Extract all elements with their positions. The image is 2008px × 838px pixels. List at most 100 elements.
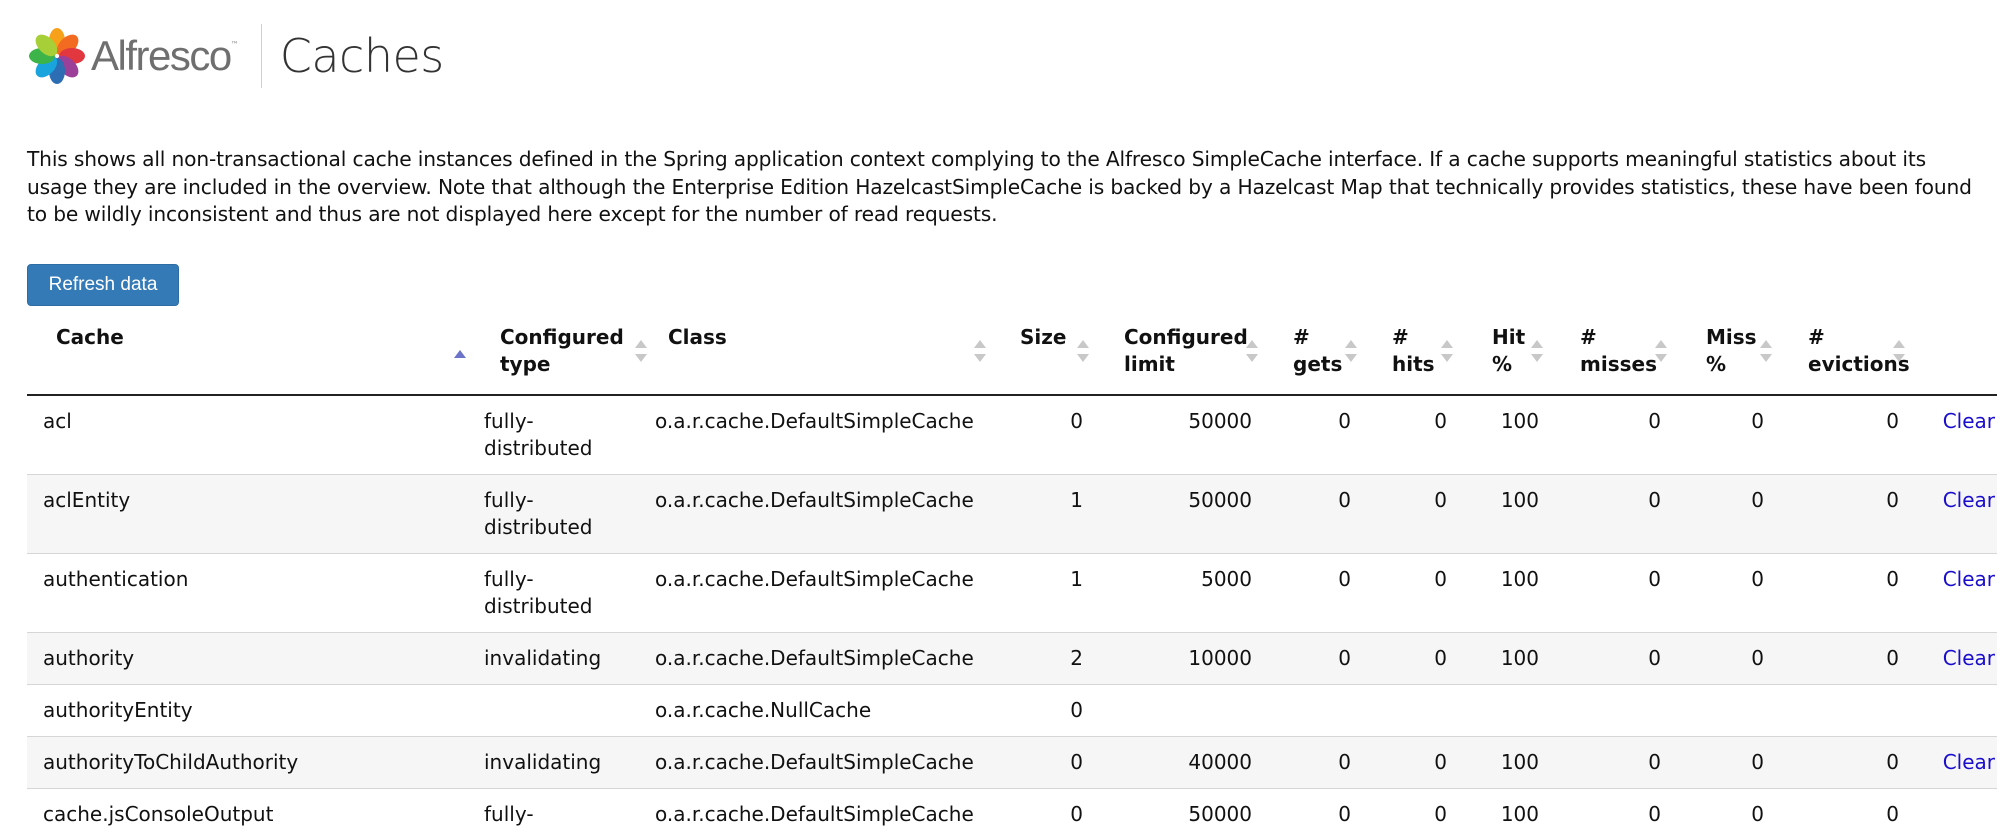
cache-size: 2: [1000, 632, 1097, 685]
column-header-label: Size: [1020, 325, 1067, 349]
cache-class: o.a.r.cache.DefaultSimpleCache: [653, 736, 1000, 789]
column-header-label: Class: [668, 325, 727, 349]
sort-unsorted-icon: [1655, 340, 1667, 362]
miss-percent: 0: [1675, 736, 1778, 789]
column-header-configured-type[interactable]: Configured type: [484, 314, 653, 396]
miss-percent: [1675, 684, 1778, 737]
evictions-count: 0: [1778, 788, 1913, 838]
row-actions: [1913, 788, 1997, 838]
table-header-row: Cache Configured type Class Size Configu…: [27, 314, 1997, 396]
clear-cache-link[interactable]: Clear: [1943, 646, 1995, 670]
cache-size: 0: [1000, 788, 1097, 838]
gets-count: 0: [1266, 736, 1365, 789]
page-description: This shows all non-transactional cache i…: [27, 147, 1972, 227]
configured-limit: [1097, 684, 1266, 737]
column-header-label: # gets: [1293, 325, 1343, 376]
column-header-evictions[interactable]: # evictions: [1778, 314, 1913, 396]
configured-type: invalidating: [484, 736, 653, 789]
miss-percent: 0: [1675, 395, 1778, 475]
column-header-miss-pct[interactable]: Miss %: [1675, 314, 1778, 396]
cache-class: o.a.r.cache.DefaultSimpleCache: [653, 395, 1000, 475]
hit-percent: 100: [1461, 736, 1549, 789]
misses-count: 0: [1549, 553, 1675, 633]
gets-count: 0: [1266, 395, 1365, 475]
column-header-label: # misses: [1580, 325, 1657, 376]
column-header-hit-pct[interactable]: Hit %: [1461, 314, 1549, 396]
hits-count: [1365, 684, 1461, 737]
hit-percent: 100: [1461, 788, 1549, 838]
sort-unsorted-icon: [1893, 340, 1905, 362]
table-row: authentication fully-distributed o.a.r.c…: [27, 553, 1997, 633]
misses-count: 0: [1549, 474, 1675, 554]
cache-class: o.a.r.cache.DefaultSimpleCache: [653, 632, 1000, 685]
cache-name: aclEntity: [27, 474, 484, 554]
configured-type: fully-distributed: [484, 395, 653, 475]
alfresco-logo[interactable]: Alfresco ™: [27, 22, 239, 90]
column-header-cache[interactable]: Cache: [27, 314, 484, 396]
hits-count: 0: [1365, 736, 1461, 789]
clear-cache-link[interactable]: Clear: [1943, 409, 1995, 433]
row-actions: Clear: [1913, 632, 1997, 685]
column-header-configured-limit[interactable]: Configured limit: [1097, 314, 1266, 396]
caches-table: Cache Configured type Class Size Configu…: [27, 314, 1997, 838]
miss-percent: 0: [1675, 788, 1778, 838]
column-header-actions: [1913, 314, 1997, 396]
page-header: Alfresco ™ Caches: [27, 22, 444, 90]
hit-percent: 100: [1461, 395, 1549, 475]
cache-name: authorityToChildAuthority: [27, 736, 484, 789]
misses-count: 0: [1549, 788, 1675, 838]
hits-count: 0: [1365, 553, 1461, 633]
configured-limit: 50000: [1097, 395, 1266, 475]
column-header-label: # evictions: [1808, 325, 1910, 376]
clear-cache-link[interactable]: Clear: [1943, 488, 1995, 512]
cache-size: 0: [1000, 736, 1097, 789]
row-actions: Clear: [1913, 736, 1997, 789]
column-header-class[interactable]: Class: [653, 314, 1000, 396]
trademark-mark: ™: [230, 40, 239, 49]
cache-size: 1: [1000, 474, 1097, 554]
table-row: acl fully-distributed o.a.r.cache.Defaul…: [27, 395, 1997, 475]
cache-name: authority: [27, 632, 484, 685]
cache-class: o.a.r.cache.DefaultSimpleCache: [653, 788, 1000, 838]
column-header-hits[interactable]: # hits: [1365, 314, 1461, 396]
cache-class: o.a.r.cache.DefaultSimpleCache: [653, 553, 1000, 633]
evictions-count: 0: [1778, 395, 1913, 475]
sort-unsorted-icon: [1345, 340, 1357, 362]
configured-type: fully-distributed: [484, 474, 653, 554]
misses-count: 0: [1549, 395, 1675, 475]
hit-percent: 100: [1461, 632, 1549, 685]
gets-count: 0: [1266, 474, 1365, 554]
cache-name: acl: [27, 395, 484, 475]
table-row: cache.jsConsoleOutput fully- o.a.r.cache…: [27, 788, 1997, 838]
cache-name: authentication: [27, 553, 484, 633]
table-row: aclEntity fully-distributed o.a.r.cache.…: [27, 474, 1997, 554]
miss-percent: 0: [1675, 632, 1778, 685]
clear-cache-link[interactable]: Clear: [1943, 750, 1995, 774]
column-header-label: Miss %: [1706, 325, 1757, 376]
evictions-count: 0: [1778, 553, 1913, 633]
row-actions: [1913, 684, 1997, 737]
caches-page: Alfresco ™ Caches This shows all non-tra…: [0, 0, 2008, 838]
sort-ascending-icon: [454, 350, 466, 358]
sort-unsorted-icon: [1246, 340, 1258, 362]
column-header-gets[interactable]: # gets: [1266, 314, 1365, 396]
configured-type: fully-: [484, 788, 653, 838]
clear-cache-link[interactable]: Clear: [1943, 567, 1995, 591]
sort-unsorted-icon: [1760, 340, 1772, 362]
column-header-misses[interactable]: # misses: [1549, 314, 1675, 396]
brand-name: Alfresco: [91, 32, 232, 79]
row-actions: Clear: [1913, 395, 1997, 475]
row-actions: Clear: [1913, 474, 1997, 554]
cache-size: 1: [1000, 553, 1097, 633]
row-actions: Clear: [1913, 553, 1997, 633]
header-divider: [260, 24, 262, 88]
cache-class: o.a.r.cache.DefaultSimpleCache: [653, 474, 1000, 554]
evictions-count: [1778, 684, 1913, 737]
page-title: Caches: [279, 29, 445, 83]
hits-count: 0: [1365, 474, 1461, 554]
configured-limit: 40000: [1097, 736, 1266, 789]
column-header-size[interactable]: Size: [1000, 314, 1097, 396]
misses-count: 0: [1549, 632, 1675, 685]
hits-count: 0: [1365, 395, 1461, 475]
refresh-data-button[interactable]: Refresh data: [27, 264, 179, 306]
